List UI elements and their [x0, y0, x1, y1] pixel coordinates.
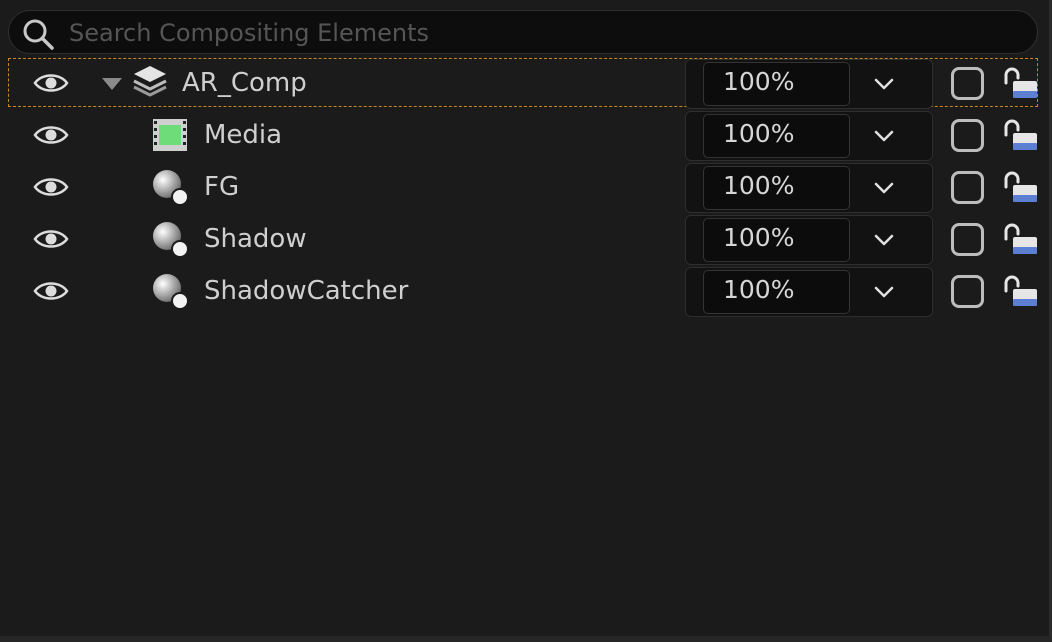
tree-row-ar-comp[interactable]: AR_Comp 100% [0, 57, 1050, 109]
opacity-value-field[interactable]: 100% [703, 62, 850, 106]
tree-row-shadow[interactable]: Shadow 100% [0, 213, 1050, 265]
unlocked-padlock-icon[interactable] [1001, 117, 1039, 153]
compositing-panel: AR_Comp 100% [0, 0, 1052, 642]
search-icon [23, 19, 54, 50]
chevron-down-icon[interactable] [872, 283, 896, 301]
enable-checkbox[interactable] [951, 67, 984, 100]
enable-checkbox[interactable] [951, 119, 984, 152]
opacity-value-field[interactable]: 100% [703, 166, 850, 210]
opacity-value-field[interactable]: 100% [703, 114, 850, 158]
unlocked-padlock-icon[interactable] [1001, 221, 1039, 257]
search-bar [8, 10, 1038, 54]
element-name: ShadowCatcher [204, 276, 409, 306]
layers-icon [133, 66, 167, 97]
opacity-control: 100% [685, 163, 933, 213]
opacity-control: 100% [685, 215, 933, 265]
visibility-eye-icon[interactable] [33, 70, 69, 96]
expand-caret-icon[interactable] [101, 77, 123, 91]
chevron-down-icon[interactable] [872, 179, 896, 197]
chevron-down-icon[interactable] [872, 231, 896, 249]
unlocked-padlock-icon[interactable] [1001, 169, 1039, 205]
chevron-down-icon[interactable] [872, 127, 896, 145]
tree-row-fg[interactable]: FG 100% [0, 161, 1050, 213]
opacity-control: 100% [685, 267, 933, 317]
opacity-value-field[interactable]: 100% [703, 270, 850, 314]
element-name: Shadow [204, 224, 307, 254]
tree-row-shadowcatcher[interactable]: ShadowCatcher 100% [0, 265, 1050, 317]
film-strip-icon [153, 119, 187, 151]
unlocked-padlock-icon[interactable] [1001, 65, 1039, 101]
chevron-down-icon[interactable] [872, 75, 896, 93]
element-name: AR_Comp [182, 68, 307, 98]
opacity-control: 100% [685, 111, 933, 161]
element-tree: AR_Comp 100% Media 100% FG 100% Shadow 1… [0, 57, 1050, 317]
element-name: FG [204, 172, 240, 202]
sphere-icon [153, 170, 189, 206]
opacity-value-field[interactable]: 100% [703, 218, 850, 262]
unlocked-padlock-icon[interactable] [1001, 273, 1039, 309]
tree-row-media[interactable]: Media 100% [0, 109, 1050, 161]
element-name: Media [204, 120, 283, 150]
visibility-eye-icon[interactable] [33, 174, 69, 200]
sphere-icon [153, 274, 189, 310]
enable-checkbox[interactable] [951, 171, 984, 204]
opacity-control: 100% [685, 59, 933, 109]
enable-checkbox[interactable] [951, 223, 984, 256]
visibility-eye-icon[interactable] [33, 278, 69, 304]
enable-checkbox[interactable] [951, 275, 984, 308]
sphere-icon [153, 222, 189, 258]
visibility-eye-icon[interactable] [33, 122, 69, 148]
visibility-eye-icon[interactable] [33, 226, 69, 252]
search-input[interactable] [67, 15, 1021, 51]
